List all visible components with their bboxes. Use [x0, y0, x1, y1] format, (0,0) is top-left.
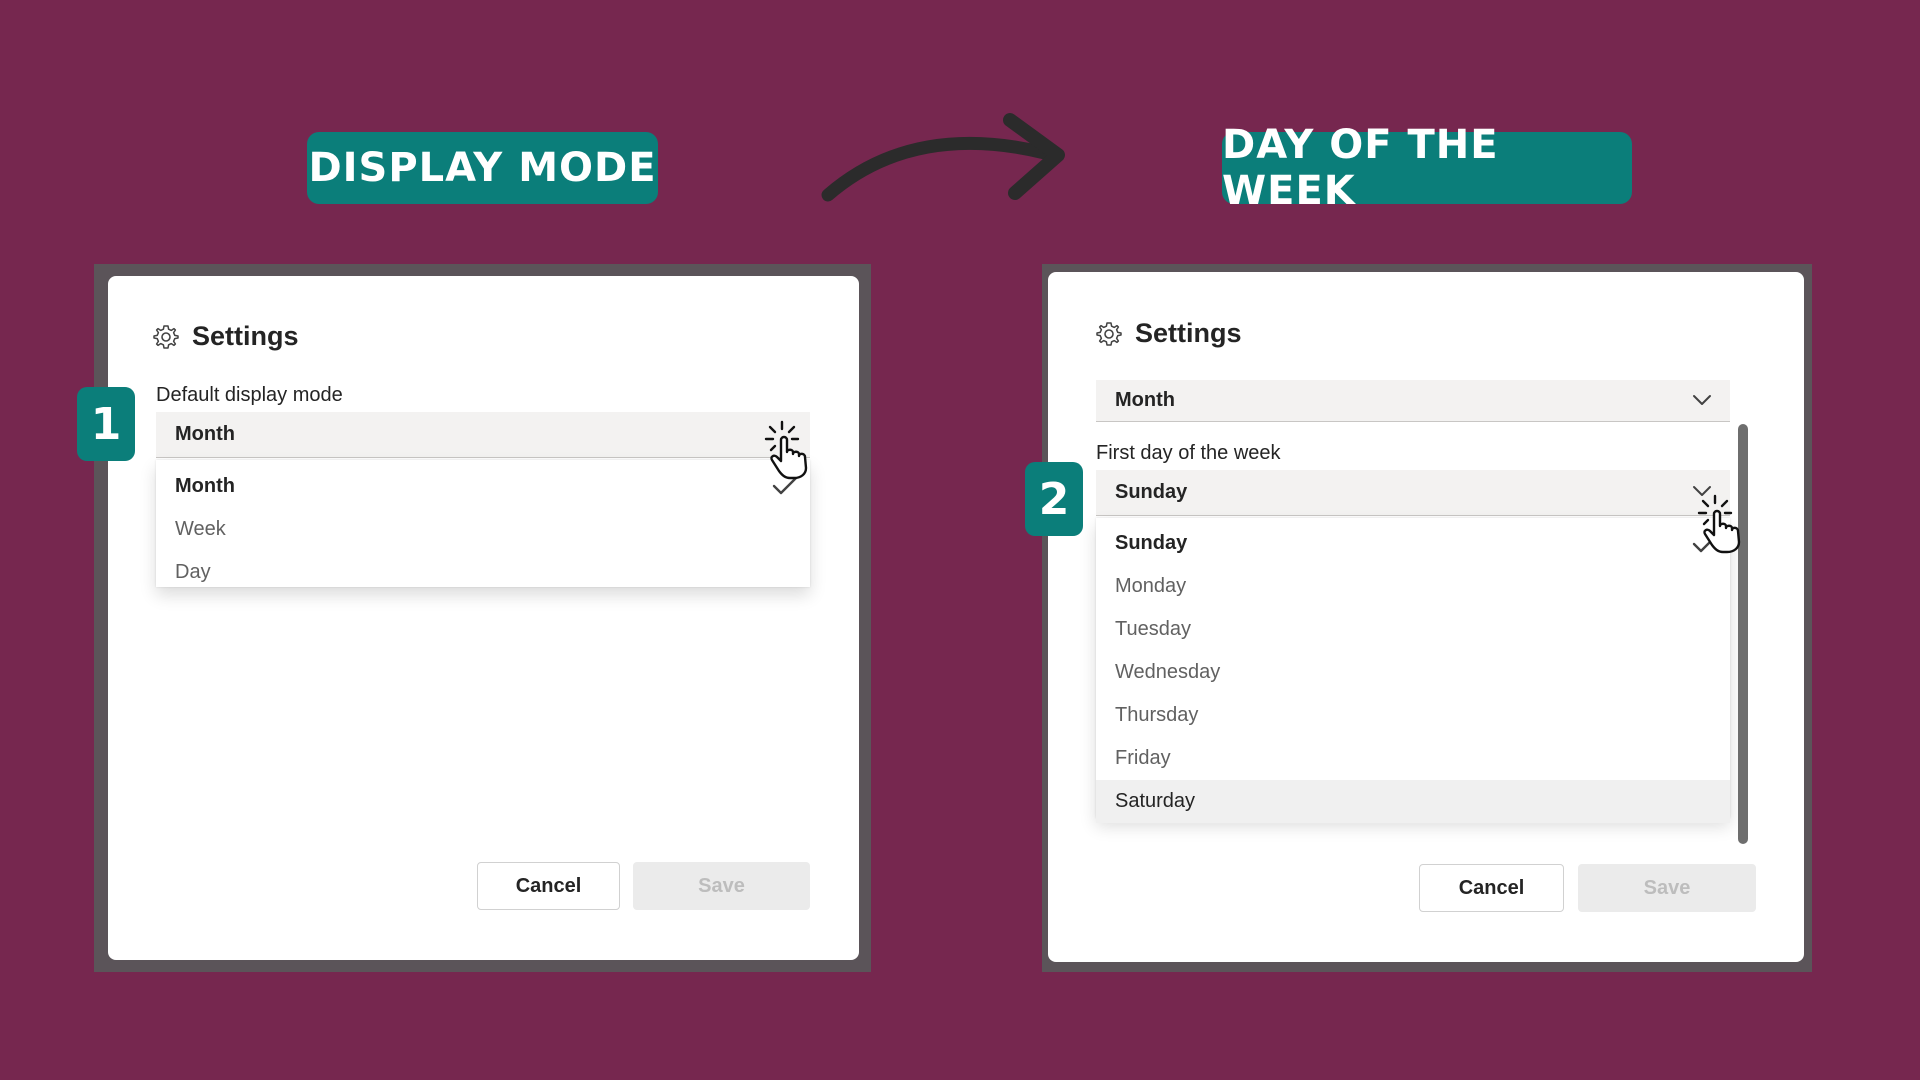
cancel-button[interactable]: Cancel — [1419, 864, 1564, 912]
option-label: Week — [175, 518, 226, 540]
cancel-button[interactable]: Cancel — [477, 862, 620, 910]
option-saturday[interactable]: Saturday — [1096, 780, 1730, 823]
option-label: Day — [175, 561, 211, 583]
gear-icon — [1096, 321, 1122, 346]
option-wednesday[interactable]: Wednesday — [1096, 651, 1730, 694]
option-tuesday[interactable]: Tuesday — [1096, 608, 1730, 651]
left-screenshot-frame: Settings Default display mode Month Mont… — [94, 264, 871, 972]
option-label: Monday — [1115, 575, 1187, 597]
option-week[interactable]: Week — [156, 508, 810, 551]
first-day-listbox: Sunday Monday Tuesday Wednesday Thursday… — [1096, 518, 1730, 823]
display-mode-listbox: Month Week Day — [156, 460, 810, 587]
option-sunday[interactable]: Sunday — [1096, 522, 1730, 565]
option-label: Saturday — [1115, 790, 1196, 812]
option-label: Tuesday — [1115, 618, 1191, 640]
gear-icon — [153, 324, 179, 349]
first-day-dropdown[interactable]: Sunday — [1096, 470, 1730, 516]
settings-dialog: Settings Default display mode Month Mont… — [108, 276, 859, 960]
right-screenshot-frame: Settings Month First day of the week Sun… — [1042, 264, 1812, 972]
option-label: Sunday — [1115, 532, 1188, 554]
step-badge: 2 — [1025, 462, 1083, 536]
option-label: Friday — [1115, 747, 1171, 769]
option-monday[interactable]: Monday — [1096, 565, 1730, 608]
dialog-title: Settings — [192, 321, 299, 351]
option-label: Month — [175, 475, 235, 497]
option-thursday[interactable]: Thursday — [1096, 694, 1730, 737]
field-label: Default display mode — [156, 384, 343, 406]
display-mode-dropdown[interactable]: Month — [156, 412, 810, 458]
hand-pointer-icon — [764, 420, 808, 480]
option-label: Thursday — [1115, 704, 1199, 726]
dialog-title: Settings — [1135, 318, 1242, 348]
option-day[interactable]: Day — [156, 551, 810, 594]
hand-pointer-icon — [1697, 494, 1741, 554]
dropdown-value: Month — [175, 423, 235, 445]
save-button[interactable]: Save — [1578, 864, 1756, 912]
day-of-week-heading: DAY OF THE WEEK — [1222, 122, 1632, 214]
curved-arrow-icon — [821, 113, 1065, 202]
dialog-header: Settings — [1095, 318, 1242, 349]
display-mode-heading: DISPLAY MODE — [307, 132, 658, 204]
option-friday[interactable]: Friday — [1096, 737, 1730, 780]
settings-dialog: Settings Month First day of the week Sun… — [1048, 272, 1804, 962]
display-mode-dropdown[interactable]: Month — [1096, 380, 1730, 422]
scrollbar[interactable] — [1738, 424, 1748, 844]
step-badge: 1 — [77, 387, 135, 461]
field-label: First day of the week — [1096, 442, 1281, 464]
chevron-down-icon — [1693, 395, 1711, 405]
dialog-header: Settings — [152, 321, 299, 352]
option-month[interactable]: Month — [156, 465, 810, 508]
option-label: Wednesday — [1115, 661, 1221, 683]
dropdown-value: Sunday — [1115, 481, 1188, 503]
dropdown-value: Month — [1115, 389, 1175, 411]
save-button[interactable]: Save — [633, 862, 810, 910]
